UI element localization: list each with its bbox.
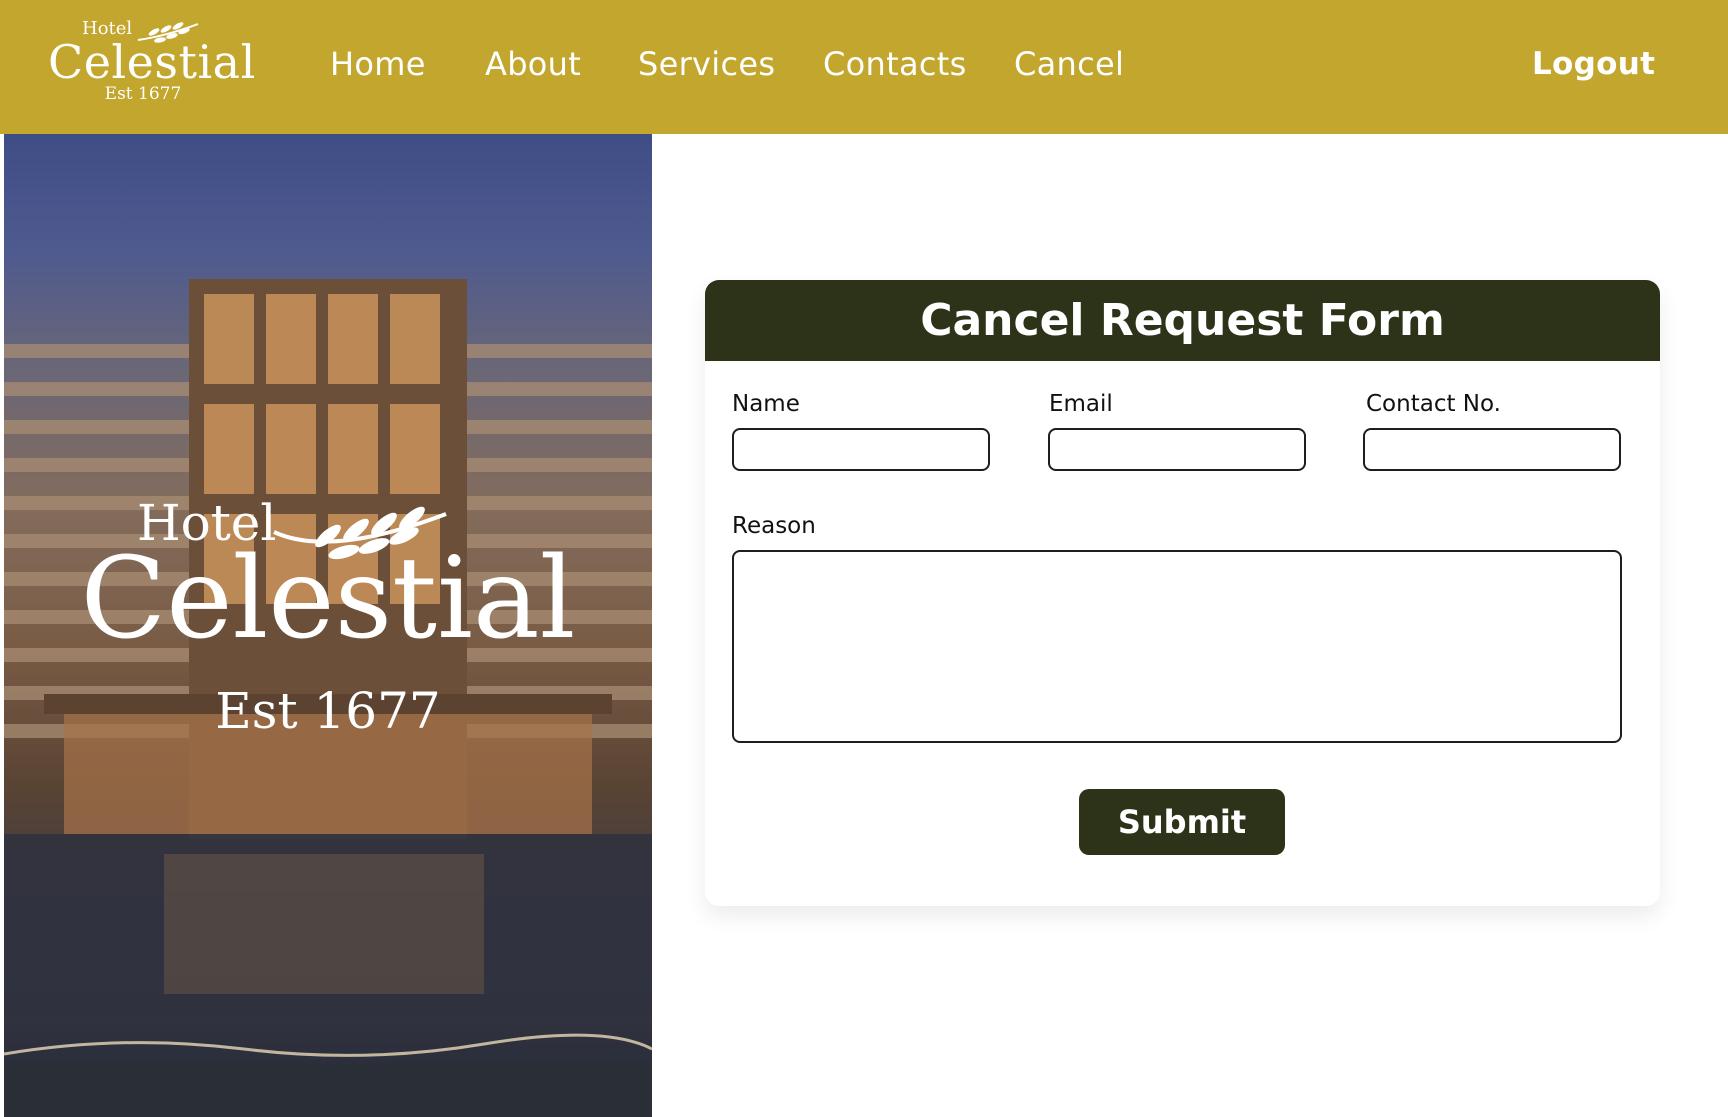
logout-link[interactable]: Logout bbox=[1532, 42, 1655, 86]
contact-number-label: Contact No. bbox=[1366, 391, 1501, 417]
nav-contacts-link[interactable]: Contacts bbox=[823, 42, 967, 86]
nav-home-link[interactable]: Home bbox=[330, 42, 426, 86]
nav-services-link[interactable]: Services bbox=[638, 42, 775, 86]
logo-est-text: Est 1677 bbox=[104, 84, 182, 104]
name-input[interactable] bbox=[732, 428, 990, 471]
email-label: Email bbox=[1049, 391, 1113, 417]
contact-number-input[interactable] bbox=[1363, 428, 1621, 471]
hero-hotel-image: Hotel Celestial Est 1677 bbox=[4, 134, 652, 1117]
cancel-request-form: Cancel Request Form Name Email Contact N… bbox=[705, 280, 1660, 906]
hotel-logo[interactable]: Hotel Celestial Est 1677 bbox=[48, 18, 256, 108]
name-label: Name bbox=[732, 391, 800, 417]
email-input[interactable] bbox=[1048, 428, 1306, 471]
hero-logo-est-text: Est 1677 bbox=[215, 682, 441, 740]
nav-about-link[interactable]: About bbox=[485, 42, 581, 86]
logo-celestial-text: Celestial bbox=[48, 35, 256, 89]
nav-cancel-link[interactable]: Cancel bbox=[1014, 42, 1124, 86]
reason-label: Reason bbox=[732, 513, 816, 539]
submit-button[interactable]: Submit bbox=[1079, 789, 1285, 855]
hero-logo-celestial-text: Celestial bbox=[80, 534, 576, 664]
top-nav-bar: Hotel Celestial Est 1677 Home About Serv… bbox=[0, 0, 1728, 134]
reason-textarea[interactable] bbox=[732, 550, 1622, 743]
hero-logo: Hotel Celestial Est 1677 bbox=[4, 494, 652, 754]
form-title: Cancel Request Form bbox=[705, 280, 1660, 361]
